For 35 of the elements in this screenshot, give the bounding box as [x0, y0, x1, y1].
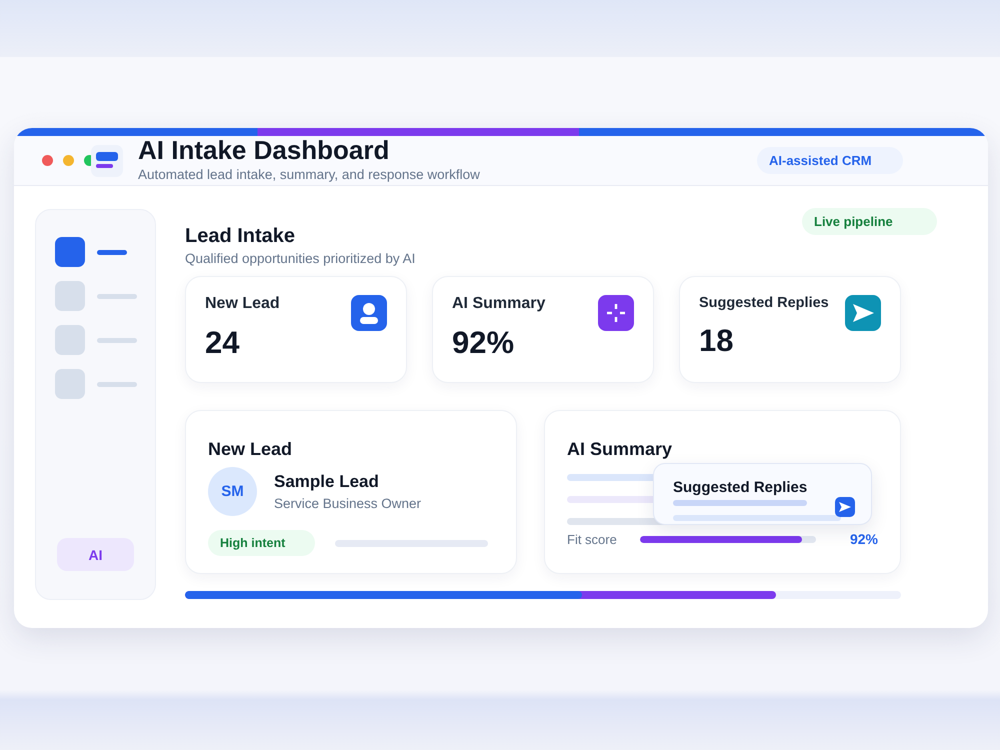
ai-button[interactable]: AI	[57, 538, 134, 571]
send-icon	[845, 295, 881, 331]
stat-value: 18	[699, 323, 734, 359]
fit-value: 92%	[850, 531, 878, 547]
app-logo-icon	[91, 144, 123, 176]
window-title: AI Intake Dashboard	[138, 136, 390, 164]
stat-label: AI Summary	[452, 295, 546, 313]
window-subtitle: Automated lead intake, summary, and response workflow	[138, 166, 481, 182]
card-title: New Lead	[208, 439, 294, 460]
section-subtitle: Qualified opportunities prioritized by AI	[185, 251, 416, 266]
status-badge: Live pipeline	[802, 208, 937, 235]
fit-label: Fit score	[567, 532, 618, 546]
stat-label: Suggested Replies	[699, 295, 829, 311]
minimize-dot[interactable]	[63, 155, 74, 166]
popup-title: Suggested Replies	[673, 479, 808, 496]
stat-label: New Lead	[205, 295, 280, 313]
intent-tag: High intent	[208, 530, 315, 556]
nav-label-line	[96, 250, 126, 254]
stat-value: 92%	[452, 325, 516, 361]
nav-item[interactable]	[54, 237, 84, 267]
crm-badge: AI-assisted CRM	[757, 147, 903, 174]
nav-label-line	[96, 382, 136, 386]
send-icon	[839, 502, 851, 512]
send-button[interactable]	[835, 497, 855, 517]
person-icon	[351, 295, 387, 331]
card-title: AI Summary	[567, 439, 674, 460]
close-dot[interactable]	[42, 155, 53, 166]
stat-value: 24	[205, 325, 240, 361]
lead-name: Sample Lead	[274, 472, 380, 492]
nav-label-line	[96, 338, 136, 342]
nav-label-line	[96, 294, 136, 298]
section-title: Lead Intake	[185, 225, 296, 248]
lead-role: Service Business Owner	[274, 496, 422, 511]
crosshair-icon	[598, 295, 634, 331]
avatar: SM	[208, 467, 257, 516]
